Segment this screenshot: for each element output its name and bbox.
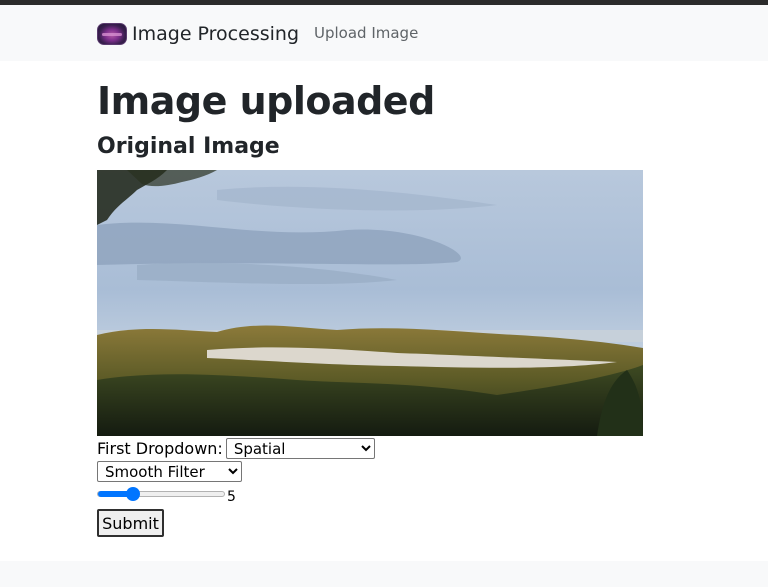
navbar-brand[interactable]: Image Processing: [97, 22, 299, 46]
section-title: Original Image: [97, 134, 280, 159]
nav-link-upload-image[interactable]: Upload Image: [314, 24, 418, 42]
kernel-size-slider[interactable]: [97, 487, 225, 501]
slider-row: 5: [97, 486, 236, 505]
filter-dropdown-select[interactable]: Smooth Filter: [97, 461, 242, 482]
navbar: Image Processing Upload Image: [0, 5, 768, 61]
slider-thumb[interactable]: [126, 487, 140, 501]
main-content: Image uploaded Original Image First Drop…: [0, 61, 768, 561]
submit-button[interactable]: Submit: [97, 509, 164, 537]
page-title: Image uploaded: [97, 79, 435, 123]
brand-title: Image Processing: [132, 23, 300, 45]
brand-logo-icon: [97, 23, 127, 45]
slider-value: 5: [227, 489, 236, 505]
first-dropdown-row: First Dropdown: Spatial: [97, 437, 375, 459]
first-dropdown-select[interactable]: Spatial: [225, 437, 375, 459]
original-image: [97, 170, 643, 436]
first-dropdown-label: First Dropdown:: [97, 438, 223, 458]
